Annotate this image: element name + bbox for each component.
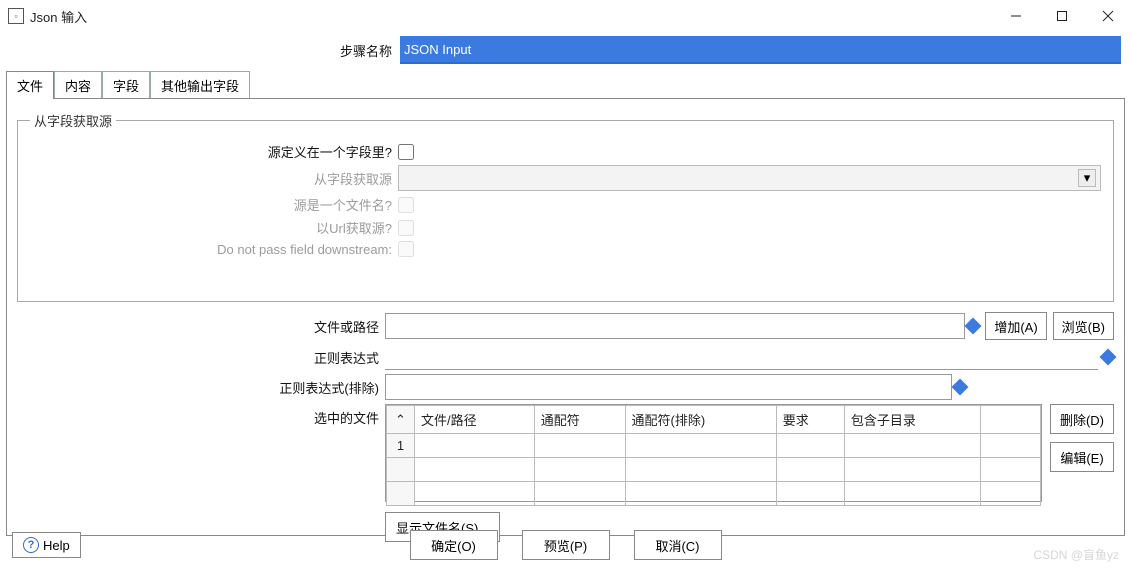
preview-button[interactable]: 预览(P) [522, 530, 610, 560]
watermark: CSDN @盲鱼yz [1033, 546, 1119, 563]
add-button[interactable]: 增加(A) [985, 312, 1046, 340]
col-include-subdir[interactable]: 包含子目录 [844, 406, 980, 434]
cell-wildcard-exclude[interactable] [625, 434, 776, 458]
edit-button[interactable]: 编辑(E) [1050, 442, 1114, 472]
label-from-url: 以Url获取源? [30, 218, 398, 237]
window-title: Json 输入 [30, 7, 87, 26]
browse-button[interactable]: 浏览(B) [1053, 312, 1114, 340]
tab-other-output[interactable]: 其他输出字段 [150, 71, 250, 99]
label-selected-files: 选中的文件 [17, 404, 385, 427]
input-file-or-path[interactable] [385, 313, 965, 339]
app-icon: ▫ [8, 8, 24, 24]
step-name-label: 步骤名称 [10, 41, 400, 60]
help-icon: ? [23, 537, 39, 553]
minimize-button[interactable] [993, 0, 1039, 32]
maximize-button[interactable] [1039, 0, 1085, 32]
col-blank [981, 406, 1041, 434]
ok-button[interactable]: 确定(O) [410, 530, 498, 560]
diamond-icon [1100, 349, 1117, 366]
help-button[interactable]: ? Help [12, 532, 81, 558]
checkbox-no-pass [398, 241, 414, 257]
input-regex[interactable] [385, 344, 1098, 370]
label-src-is-filename: 源是一个文件名? [30, 195, 398, 214]
step-name-row: 步骤名称 [0, 32, 1131, 70]
titlebar: ▫ Json 输入 [0, 0, 1131, 32]
cell-include-subdir[interactable] [844, 434, 980, 458]
cancel-button[interactable]: 取消(C) [634, 530, 722, 560]
col-caret: ⌃ [387, 406, 415, 434]
cell-wildcard[interactable] [534, 434, 625, 458]
tab-file[interactable]: 文件 [6, 71, 54, 99]
chevron-down-icon: ▾ [1078, 169, 1096, 187]
cell-blank [981, 434, 1041, 458]
tab-fields[interactable]: 字段 [102, 71, 150, 99]
label-regex-exclude: 正则表达式(排除) [17, 378, 385, 397]
table-row[interactable] [387, 482, 1041, 506]
tab-panel-file: 从字段获取源 源定义在一个字段里? 从字段获取源 ▾ 源是一个文件名? 以Url… [6, 98, 1125, 536]
cell-required[interactable] [776, 434, 844, 458]
checkbox-src-in-field[interactable] [398, 144, 414, 160]
diamond-icon [952, 379, 969, 396]
col-wildcard-exclude[interactable]: 通配符(排除) [625, 406, 776, 434]
group-source-from-field: 从字段获取源 源定义在一个字段里? 从字段获取源 ▾ 源是一个文件名? 以Url… [17, 111, 1114, 302]
cell-num: 1 [387, 434, 415, 458]
checkbox-src-is-filename [398, 197, 414, 213]
input-regex-exclude[interactable] [385, 374, 952, 400]
cell-file-path[interactable] [415, 434, 535, 458]
group-legend: 从字段获取源 [30, 111, 116, 130]
step-name-input[interactable] [400, 36, 1121, 64]
checkbox-from-url [398, 220, 414, 236]
table-row[interactable] [387, 458, 1041, 482]
bottom-bar: ? Help 确定(O) 预览(P) 取消(C) CSDN @盲鱼yz [0, 521, 1131, 569]
label-src-in-field: 源定义在一个字段里? [30, 142, 398, 161]
close-button[interactable] [1085, 0, 1131, 32]
selected-files-table[interactable]: ⌃ # 文件/路径 通配符 通配符(排除) 要求 包含子目录 1 [385, 404, 1042, 502]
diamond-icon [965, 318, 982, 335]
delete-button[interactable]: 删除(D) [1050, 404, 1114, 434]
combo-from-field[interactable]: ▾ [398, 165, 1101, 191]
col-wildcard[interactable]: 通配符 [534, 406, 625, 434]
label-from-field: 从字段获取源 [30, 169, 398, 188]
col-file-path[interactable]: 文件/路径 [415, 406, 535, 434]
table-row[interactable]: 1 [387, 434, 1041, 458]
col-required[interactable]: 要求 [776, 406, 844, 434]
tab-content[interactable]: 内容 [54, 71, 102, 99]
tab-strip: 文件 内容 字段 其他输出字段 [6, 70, 1125, 98]
label-file-or-path: 文件或路径 [17, 317, 385, 336]
label-regex: 正则表达式 [17, 348, 385, 367]
help-label: Help [43, 538, 70, 553]
label-no-pass: Do not pass field downstream: [30, 242, 398, 257]
